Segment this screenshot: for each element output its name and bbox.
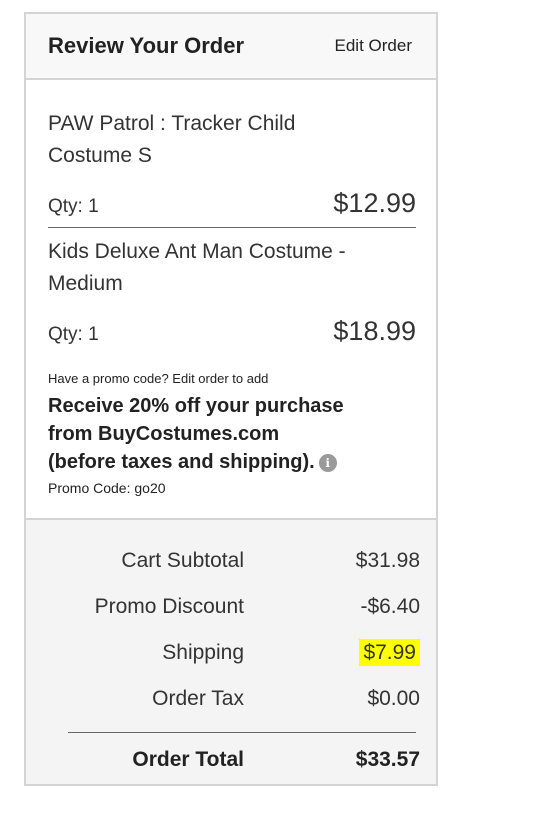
order-tax-value: $0.00 (367, 687, 420, 710)
order-totals: Cart Subtotal $31.98 Promo Discount -$6.… (26, 520, 436, 784)
item-name-line: PAW Patrol : Tracker Child (48, 112, 296, 135)
item-name: PAW Patrol : Tracker Child Costume S (48, 108, 416, 172)
item-name-line: Kids Deluxe Ant Man Costume - (48, 240, 346, 263)
shipping-row: Shipping $7.99 (26, 630, 436, 676)
promo-offer-text: (before taxes and shipping). (48, 451, 315, 473)
order-item: Kids Deluxe Ant Man Costume - Medium Qty… (48, 236, 416, 355)
item-name-line: Costume S (48, 144, 152, 167)
promo-offer-line: (before taxes and shipping). ℹ (48, 448, 416, 476)
shipping-value-cell: $7.99 (244, 639, 420, 666)
promo-code: Promo Code: go20 (48, 480, 166, 496)
page-title: Review Your Order (48, 33, 245, 58)
order-total-label: Order Total (132, 748, 244, 771)
item-qty-price-row: Qty: 1 $12.99 (48, 188, 416, 228)
item-qty: Qty: 1 (48, 196, 99, 217)
item-price: $12.99 (333, 188, 416, 218)
info-icon[interactable]: ℹ (318, 453, 337, 472)
order-tax-row: Order Tax $0.00 (26, 676, 436, 722)
order-review-header: Review Your Order Edit Order (26, 14, 436, 80)
totals-divider (68, 732, 416, 733)
promo-discount-label: Promo Discount (94, 595, 244, 618)
subtotal-label: Cart Subtotal (121, 549, 244, 572)
promo-offer-line: from BuyCostumes.com (48, 423, 280, 445)
item-name: Kids Deluxe Ant Man Costume - Medium (48, 236, 416, 300)
edit-order-link[interactable]: Edit Order (335, 36, 412, 56)
item-name-line: Medium (48, 272, 123, 295)
promo-hint: Have a promo code? Edit order to add (48, 371, 269, 386)
order-total-row: Order Total $33.57 (26, 737, 436, 783)
subtotal-value: $31.98 (355, 549, 420, 572)
shipping-value: $7.99 (359, 639, 420, 666)
promo-offer-line: Receive 20% off your purchase (48, 395, 344, 417)
order-item: PAW Patrol : Tracker Child Costume S Qty… (48, 108, 416, 228)
item-qty: Qty: 1 (48, 324, 99, 345)
promo-offer: Receive 20% off your purchase from BuyCo… (48, 392, 416, 476)
order-tax-label: Order Tax (152, 687, 244, 710)
order-review-panel: Review Your Order Edit Order PAW Patrol … (24, 12, 438, 786)
order-items: PAW Patrol : Tracker Child Costume S Qty… (26, 80, 436, 520)
item-qty-price-row: Qty: 1 $18.99 (48, 316, 416, 355)
item-price: $18.99 (333, 316, 416, 346)
promo-discount-row: Promo Discount -$6.40 (26, 584, 436, 630)
shipping-label: Shipping (162, 641, 244, 664)
order-total-value: $33.57 (355, 748, 420, 771)
promo-discount-value: -$6.40 (360, 595, 420, 618)
subtotal-row: Cart Subtotal $31.98 (26, 538, 436, 584)
